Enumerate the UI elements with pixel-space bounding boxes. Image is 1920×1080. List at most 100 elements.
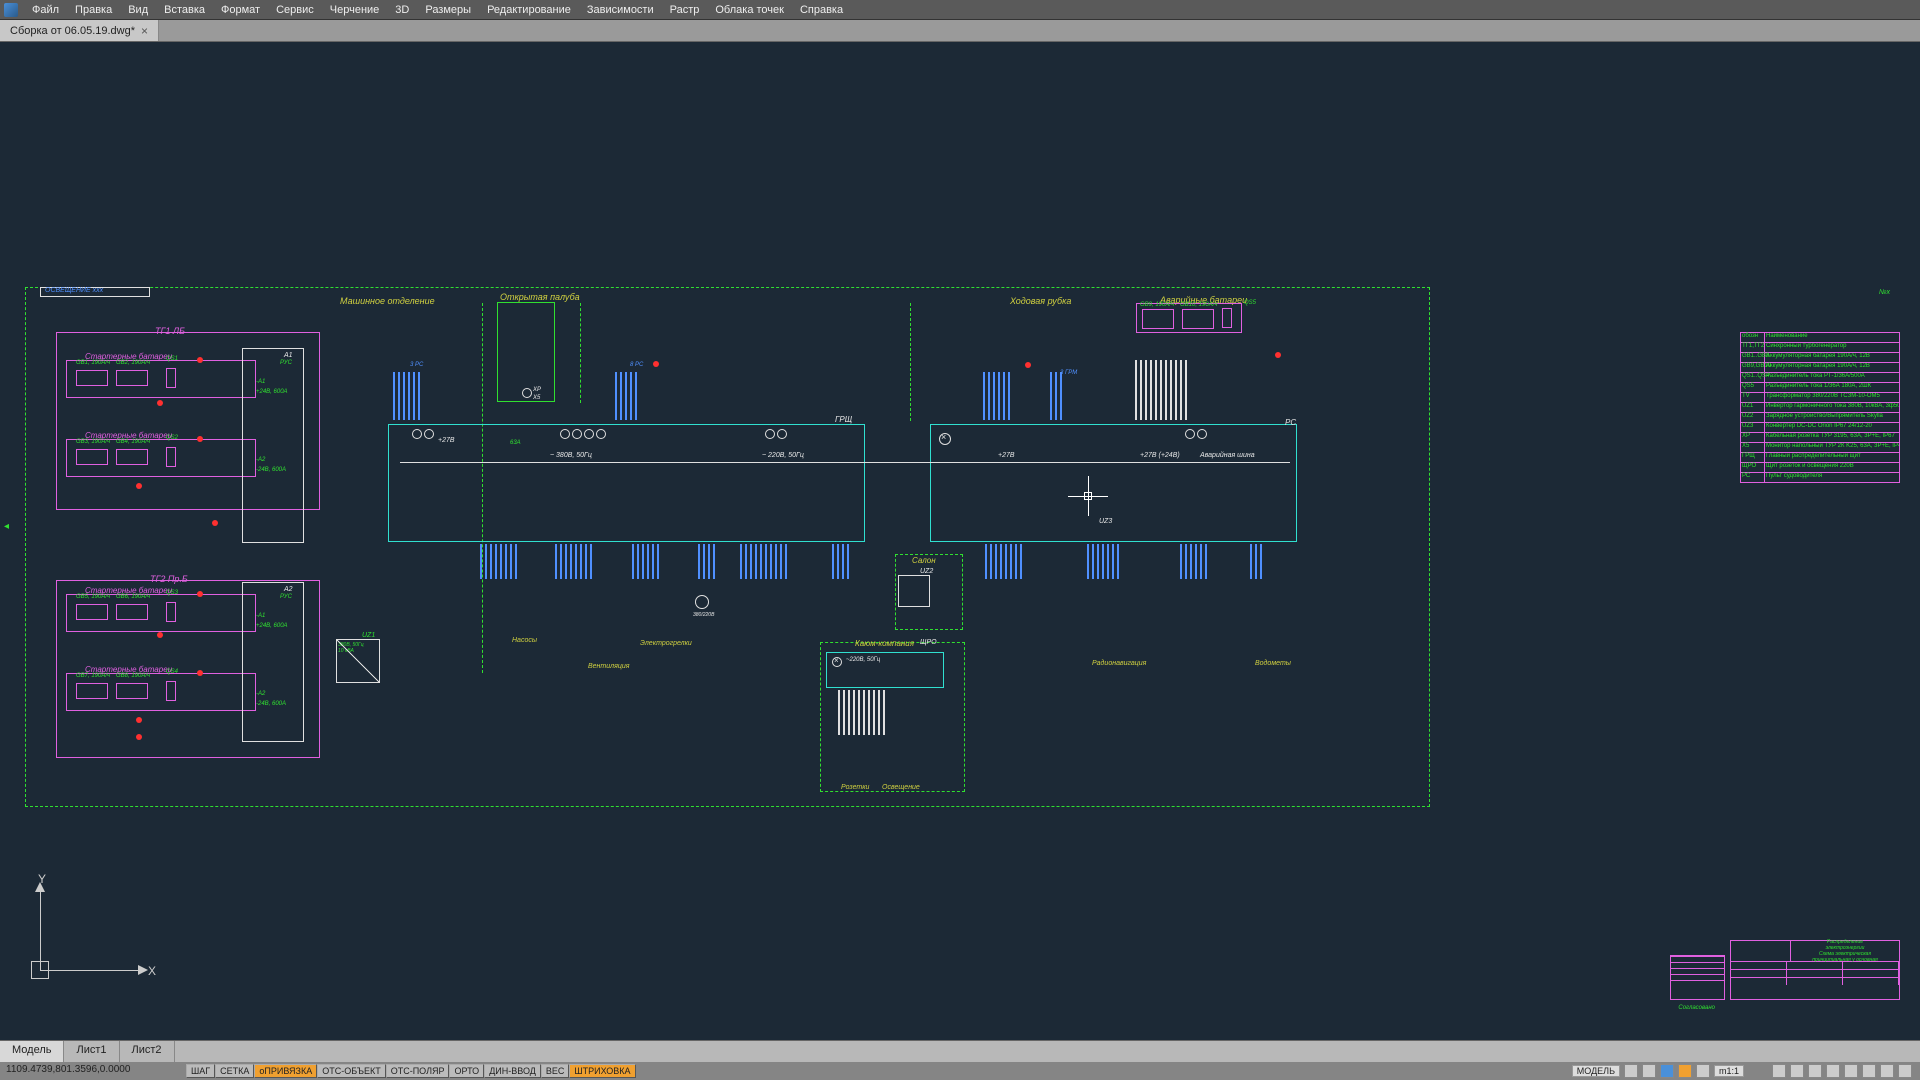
toggle-орто[interactable]: ОРТО — [449, 1064, 484, 1078]
meter-x: × — [834, 656, 839, 665]
battery-gb5 — [76, 604, 108, 620]
schro-label: ЩРО — [920, 639, 937, 646]
toggle-опривязка[interactable]: оПРИВЯЗКА — [254, 1064, 317, 1078]
term: -А2 — [256, 457, 265, 463]
layout-tab-лист1[interactable]: Лист1 — [64, 1041, 119, 1062]
legend-row: XPКабельная розетка ТУР 3195, 63A, 3P+E,… — [1740, 432, 1900, 443]
menu-справка[interactable]: Справка — [792, 2, 851, 18]
menu-зависимости[interactable]: Зависимости — [579, 2, 662, 18]
layout-tab-лист2[interactable]: Лист2 — [120, 1041, 175, 1062]
legend-row: GB1..GB8Аккумуляторная батарея 190А/ч, 1… — [1740, 352, 1900, 363]
legend-row: QS1..QS4Разъединитель тока РТ-1/36А/500А — [1740, 372, 1900, 383]
menu-черчение[interactable]: Черчение — [322, 2, 388, 18]
magnifier-icon[interactable] — [1898, 1064, 1912, 1078]
space-indicator[interactable]: МОДЕЛЬ — [1572, 1065, 1620, 1077]
legend-row: GB9,GB10Аккумуляторная батарея 190А/ч, 1… — [1740, 362, 1900, 373]
menu-правка[interactable]: Правка — [67, 2, 120, 18]
toggle-шаг[interactable]: ШАГ — [186, 1064, 215, 1078]
menu-облака точек[interactable]: Облака точек — [707, 2, 792, 18]
pan-icon[interactable] — [1790, 1064, 1804, 1078]
bridge-feeds-2 — [1087, 544, 1119, 579]
gsch-right — [930, 424, 1297, 542]
red-dot — [136, 483, 142, 489]
legend-row: ГРЩГлавный распределительный щит — [1740, 452, 1900, 463]
sync-icon[interactable] — [1696, 1064, 1710, 1078]
toggle-штриховка[interactable]: ШТРИХОВКА — [569, 1064, 635, 1078]
zoom-window-icon[interactable] — [1808, 1064, 1822, 1078]
gsch-label: ГРЩ — [835, 415, 852, 424]
toggle-дин-ввод[interactable]: ДИН-ВВОД — [484, 1064, 541, 1078]
gsch-left — [388, 424, 865, 542]
walk-icon[interactable] — [1862, 1064, 1876, 1078]
section-deck: Открытая палуба — [500, 292, 580, 302]
bridge-feeds-4 — [1250, 544, 1262, 579]
menu-файл[interactable]: Файл — [24, 2, 67, 18]
gb6: GB6, 190А/ч — [116, 594, 150, 600]
grp-radio: Радионавигация — [1092, 660, 1146, 667]
amp63: 63А — [510, 440, 521, 446]
feeder-group — [480, 544, 517, 579]
battery-gb9 — [1142, 309, 1174, 329]
qs3-label: QS3 — [166, 590, 178, 596]
menu-вид[interactable]: Вид — [120, 2, 156, 18]
close-icon[interactable]: × — [141, 24, 148, 38]
red-dot — [197, 591, 203, 597]
feeder-white — [1135, 360, 1187, 420]
meter-icon — [560, 429, 570, 439]
red-dot — [197, 357, 203, 363]
zoom-extents-icon[interactable] — [1772, 1064, 1786, 1078]
legend-row: UZ2Зарядное устройство/Выпрямитель Skyll… — [1740, 412, 1900, 423]
red-dot — [197, 670, 203, 676]
menu-редактирование[interactable]: Редактирование — [479, 2, 579, 18]
layout-tab-модель[interactable]: Модель — [0, 1041, 64, 1062]
a2-label: А2 — [284, 586, 293, 593]
bus-220-label: ~ 220В, 50Гц — [762, 452, 804, 459]
meter-icon — [572, 429, 582, 439]
menu-размеры[interactable]: Размеры — [417, 2, 479, 18]
x5: X5 — [533, 395, 540, 401]
bus-27-label: +27В — [438, 437, 455, 444]
steering-icon[interactable] — [1844, 1064, 1858, 1078]
menu-формат[interactable]: Формат — [213, 2, 268, 18]
camera-icon[interactable] — [1880, 1064, 1894, 1078]
feeder-bridge-1 — [983, 372, 1010, 420]
scale-readout[interactable]: m1:1 — [1714, 1065, 1744, 1077]
menu-растр[interactable]: Растр — [662, 2, 708, 18]
grp-sockets: Розетки — [841, 784, 869, 791]
bus-27-24-label: +27В (+24В) — [1140, 452, 1180, 459]
term: -А1 — [256, 379, 265, 385]
app-icon — [4, 3, 18, 17]
lightbulb-icon[interactable] — [1678, 1064, 1692, 1078]
qs2 — [166, 447, 176, 467]
lock-icon[interactable] — [1624, 1064, 1638, 1078]
legend-row: ТГ1,ТГ2Синхронный турбогенератор — [1740, 342, 1900, 353]
menu-3d[interactable]: 3D — [387, 2, 417, 18]
meter-icon — [1185, 429, 1195, 439]
legend-table: обознНаименование ТГ1,ТГ2Синхронный турб… — [1740, 332, 1900, 482]
legend-row: X5Монитор напольный ТУР 2К K25, 63A, 3P+… — [1740, 442, 1900, 453]
gb2: GB2, 190А/ч — [116, 360, 150, 366]
toggle-отс-поляр[interactable]: ОТС-ПОЛЯР — [386, 1064, 450, 1078]
menu-сервис[interactable]: Сервис — [268, 2, 322, 18]
menu-вставка[interactable]: Вставка — [156, 2, 213, 18]
grid-icon[interactable] — [1642, 1064, 1656, 1078]
gb9: GB9, 190А/ч — [1140, 302, 1174, 308]
toggle-вес[interactable]: ВЕС — [541, 1064, 570, 1078]
red-dot — [157, 400, 163, 406]
qs5 — [1222, 308, 1232, 328]
annotation-scale-icon[interactable] — [1660, 1064, 1674, 1078]
toggle-сетка[interactable]: СЕТКА — [215, 1064, 254, 1078]
orbit-icon[interactable] — [1826, 1064, 1840, 1078]
qs3 — [166, 602, 176, 622]
qs1-label: QS1 — [166, 356, 178, 362]
red-dot — [136, 734, 142, 740]
toggle-отс-объект[interactable]: ОТС-ОБЪЕКТ — [317, 1064, 385, 1078]
bus-27-label-2: +27В — [998, 452, 1015, 459]
grp-vent: Вентиляция — [588, 663, 629, 670]
bridge-feeds-1 — [985, 544, 1022, 579]
document-tab[interactable]: Сборка от 06.05.19.dwg* × — [0, 20, 159, 41]
uz2-label: UZ2 — [920, 568, 933, 575]
rev-table — [1670, 955, 1725, 1000]
grp-light: Освещение — [882, 784, 920, 791]
drawing-canvas[interactable]: ОСВЕЩЕНИЕ ххх №х Машинное отделение Откр… — [0, 42, 1920, 1040]
